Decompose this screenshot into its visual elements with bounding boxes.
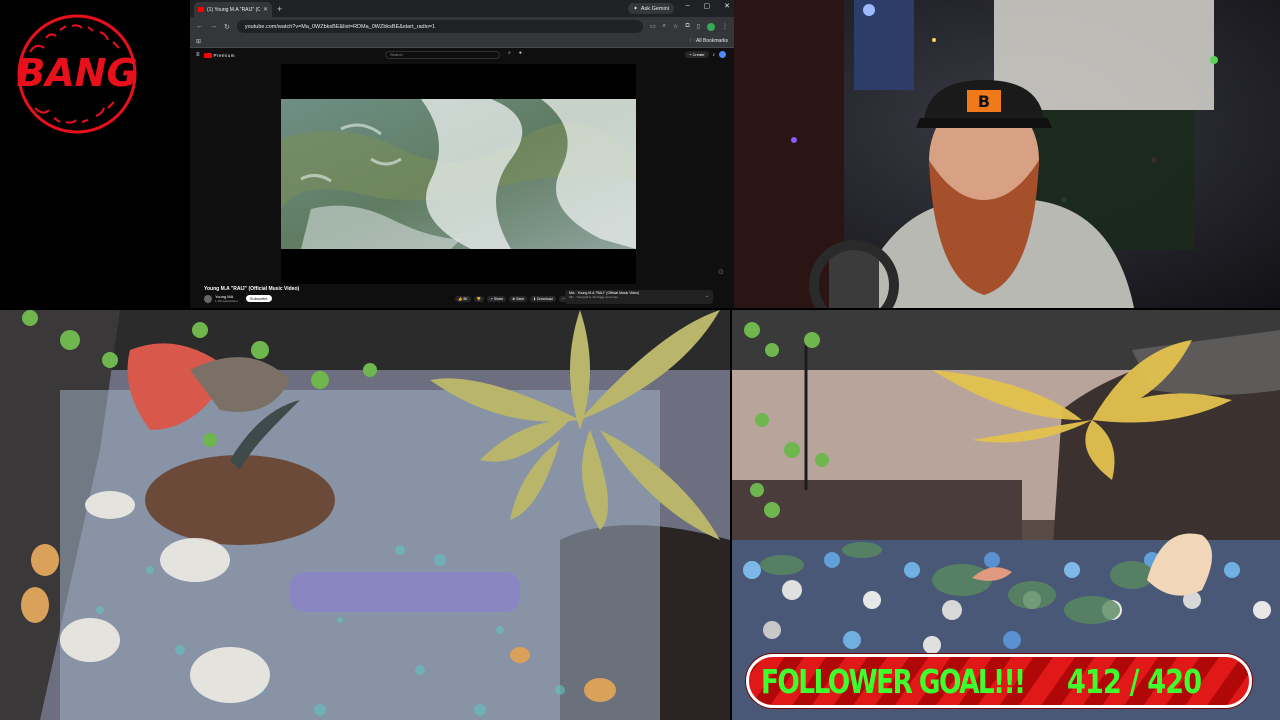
video-title: Young M.A "RAIJ" (Official Music Video) bbox=[204, 286, 300, 292]
video-player[interactable] bbox=[281, 64, 636, 284]
up-next-subtitle: Mix · Young M.A, 42 Dugg, and more bbox=[569, 295, 619, 299]
close-window-icon[interactable]: ✕ bbox=[724, 2, 730, 10]
apps-icon[interactable]: ⊞ bbox=[196, 38, 201, 45]
up-next-card[interactable]: Mix - Young M.A "RAIJ" (Official Music V… bbox=[565, 290, 713, 304]
more-menu-icon[interactable]: ⋮ bbox=[722, 23, 728, 30]
window-controls: – ▢ ✕ bbox=[686, 2, 730, 10]
left-aquarium-feed bbox=[0, 310, 730, 720]
miniplayer-icon[interactable]: ⊙ bbox=[718, 268, 724, 276]
maximize-icon[interactable]: ▢ bbox=[704, 2, 711, 10]
share-button[interactable]: ↗ Share bbox=[486, 296, 507, 302]
zoom-icon[interactable]: ⌕ bbox=[663, 23, 666, 30]
sidepanel-icon[interactable]: ▯ bbox=[697, 23, 700, 30]
video-frame bbox=[281, 99, 636, 249]
subscribe-button[interactable]: Subscribe bbox=[245, 295, 272, 302]
new-tab-button[interactable]: + bbox=[277, 4, 282, 14]
avatar[interactable] bbox=[719, 51, 726, 58]
ask-gemini-label: Ask Gemini bbox=[640, 5, 669, 12]
chevron-down-icon[interactable]: ⌄ bbox=[705, 293, 709, 299]
back-icon[interactable]: ← bbox=[196, 23, 203, 30]
profile-icon[interactable] bbox=[707, 22, 715, 31]
dislike-button[interactable]: 👎 bbox=[473, 296, 484, 302]
bang-logo: BANG bbox=[10, 12, 145, 137]
mic-icon[interactable]: ● bbox=[519, 50, 522, 56]
video-actions: 👍 8K 👎 ↗ Share ⊕ Save ⬇ Download ··· bbox=[455, 296, 569, 302]
svg-text:B: B bbox=[978, 92, 990, 111]
youtube-header: ≡ Premium Search ⌕ ● + Create ♪ bbox=[190, 48, 734, 62]
search-icon[interactable]: ⌕ bbox=[508, 50, 511, 56]
browser-window: (1) Young M.A "RAIJ" (Offi ✕ + ✦ Ask Gem… bbox=[190, 0, 734, 308]
webcam-feed: B bbox=[734, 0, 1280, 308]
logo-text: BANG bbox=[16, 51, 137, 95]
ask-gemini-button[interactable]: ✦ Ask Gemini bbox=[628, 3, 674, 14]
channel-row: Young MA 1.1M subscribers Subscribe bbox=[204, 294, 272, 303]
reload-icon[interactable]: ↻ bbox=[224, 23, 230, 31]
url-field[interactable]: youtube.com/watch?v=Ma_0WZbksBE&list=RDM… bbox=[236, 20, 643, 33]
download-button[interactable]: ⬇ Download bbox=[530, 296, 556, 302]
follower-goal-label: FOLLOWER GOAL!!! bbox=[761, 662, 1026, 701]
save-button[interactable]: ⊕ Save bbox=[509, 296, 528, 302]
bookmark-star-icon[interactable]: ☆ bbox=[673, 23, 678, 30]
tab-youtube[interactable]: (1) Young M.A "RAIJ" (Offi ✕ bbox=[194, 2, 272, 17]
channel-subscribers: 1.1M subscribers bbox=[215, 299, 238, 303]
youtube-header-actions: + Create ♪ bbox=[685, 51, 726, 58]
forward-icon[interactable]: → bbox=[210, 23, 217, 30]
youtube-icon bbox=[198, 7, 204, 12]
close-tab-icon[interactable]: ✕ bbox=[263, 6, 268, 13]
youtube-logo-text: Premium bbox=[213, 52, 236, 58]
youtube-logo-icon[interactable] bbox=[203, 52, 212, 58]
search-actions: ⌕ ● bbox=[508, 50, 522, 56]
search-input[interactable]: Search bbox=[385, 51, 500, 59]
cast-icon[interactable]: ▭ bbox=[650, 23, 656, 30]
like-button[interactable]: 👍 8K bbox=[455, 296, 471, 302]
tab-title: (1) Young M.A "RAIJ" (Offi bbox=[207, 6, 260, 13]
tab-bar: (1) Young M.A "RAIJ" (Offi ✕ + ✦ Ask Gem… bbox=[190, 0, 734, 17]
folder-icon: 🗀 bbox=[689, 37, 695, 44]
create-button[interactable]: + Create bbox=[685, 51, 709, 58]
all-bookmarks-label: All Bookmarks bbox=[696, 37, 728, 44]
minimize-icon[interactable]: – bbox=[686, 2, 690, 10]
bookmarks-bar: ⊞ 🗀 All Bookmarks bbox=[190, 36, 734, 48]
extensions-icon[interactable]: ⧉ bbox=[685, 23, 689, 30]
address-bar-row: ← → ↻ youtube.com/watch?v=Ma_0WZbksBE&li… bbox=[190, 17, 734, 36]
channel-avatar[interactable] bbox=[204, 294, 212, 303]
follower-goal-bar: FOLLOWER GOAL!!! 412 / 420 bbox=[746, 654, 1252, 708]
menu-icon[interactable]: ≡ bbox=[196, 52, 200, 58]
gemini-icon: ✦ bbox=[633, 5, 638, 12]
url-text: youtube.com/watch?v=Ma_0WZbksBE&list=RDM… bbox=[244, 23, 436, 30]
follower-goal-count: 412 / 420 bbox=[1067, 662, 1202, 701]
bell-icon[interactable]: ♪ bbox=[713, 52, 716, 58]
search-placeholder: Search bbox=[390, 52, 403, 57]
all-bookmarks-button[interactable]: 🗀 All Bookmarks bbox=[690, 38, 728, 46]
